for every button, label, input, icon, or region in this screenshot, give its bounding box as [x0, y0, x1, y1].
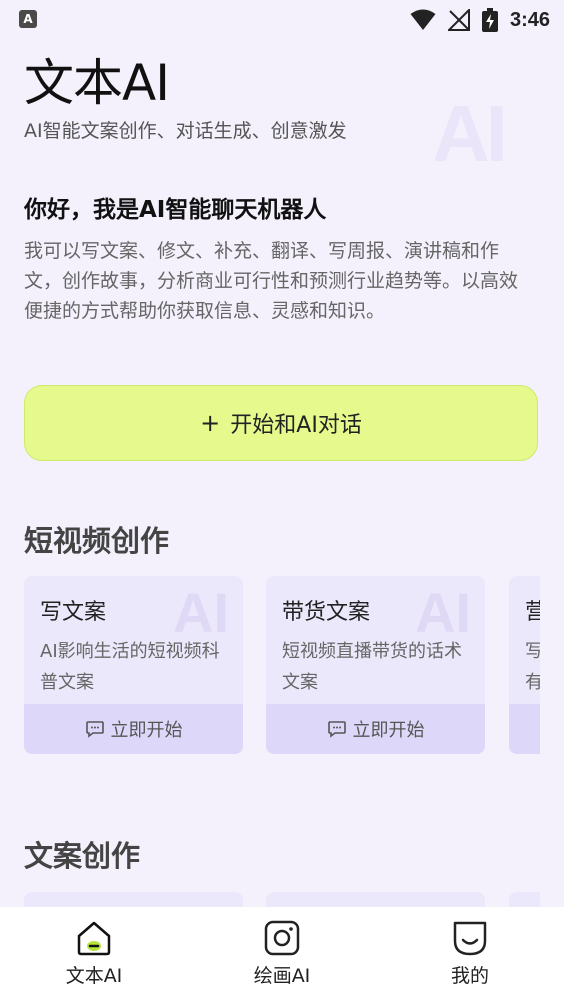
ai-watermark-logo: AI	[432, 89, 508, 178]
chat-bubble-icon	[327, 721, 346, 738]
status-icons: 3:46	[410, 6, 550, 34]
start-chat-label: 开始和AI对话	[230, 413, 362, 438]
nav-item-text-ai[interactable]: 文本AI	[0, 907, 188, 1002]
section-title-copywriting: 文案创作	[24, 839, 141, 873]
bottom-navigation: 文本AI 绘画AI 我的	[0, 907, 564, 1002]
card-start-button[interactable]	[509, 704, 540, 754]
card-start-label: 立即开始	[352, 720, 425, 741]
card-description: 短视频直播带货的话术文案	[282, 641, 462, 693]
nav-item-drawing-ai[interactable]: 绘画AI	[188, 907, 376, 1002]
short-video-cards: AI 写文案 AI影响生活的短视频科普文案 立即开始 AI 带货文案 短视频直播…	[24, 576, 540, 756]
nav-label: 我的	[450, 965, 489, 987]
home-icon	[77, 921, 111, 956]
card-sales-copy[interactable]: AI 带货文案 短视频直播带货的话术文案 立即开始	[266, 576, 485, 754]
card-write-copy[interactable]: AI 写文案 AI影响生活的短视频科普文案 立即开始	[24, 576, 243, 754]
nav-label: 文本AI	[65, 965, 123, 987]
nav-item-mine[interactable]: 我的	[376, 907, 564, 1002]
greeting-title: 你好，我是AI智能聊天机器人	[24, 197, 327, 223]
nav-label: 绘画AI	[253, 965, 311, 987]
card-description: 写有	[525, 641, 540, 693]
smile-face-icon	[453, 921, 487, 956]
card-start-button[interactable]: 立即开始	[24, 704, 243, 754]
wifi-icon	[410, 9, 436, 30]
card-start-label: 立即开始	[110, 720, 183, 741]
card-title: 写文案	[40, 600, 107, 625]
status-bar: A 3:46	[0, 0, 564, 40]
status-time: 3:46	[509, 8, 550, 31]
section-title-short-video: 短视频创作	[24, 524, 170, 558]
card-title: 带货文案	[282, 600, 371, 625]
chat-bubble-icon	[85, 721, 104, 738]
card-start-button[interactable]: 立即开始	[266, 704, 485, 754]
card-description: AI影响生活的短视频科普文案	[40, 641, 220, 693]
instagram-camera-icon	[264, 920, 300, 956]
start-chat-button[interactable]: + 开始和AI对话	[24, 385, 538, 461]
app-notification-icon: A	[19, 10, 37, 28]
battery-charging-icon	[481, 8, 498, 32]
no-signal-icon	[447, 9, 470, 31]
greeting-description: 我可以写文案、修文、补充、翻译、写周报、演讲稿和作文，创作故事，分析商业可行性和…	[24, 240, 519, 322]
card-title: 营	[525, 600, 540, 625]
card-partial[interactable]: 营 写有	[509, 576, 540, 754]
plus-icon: +	[200, 409, 221, 437]
